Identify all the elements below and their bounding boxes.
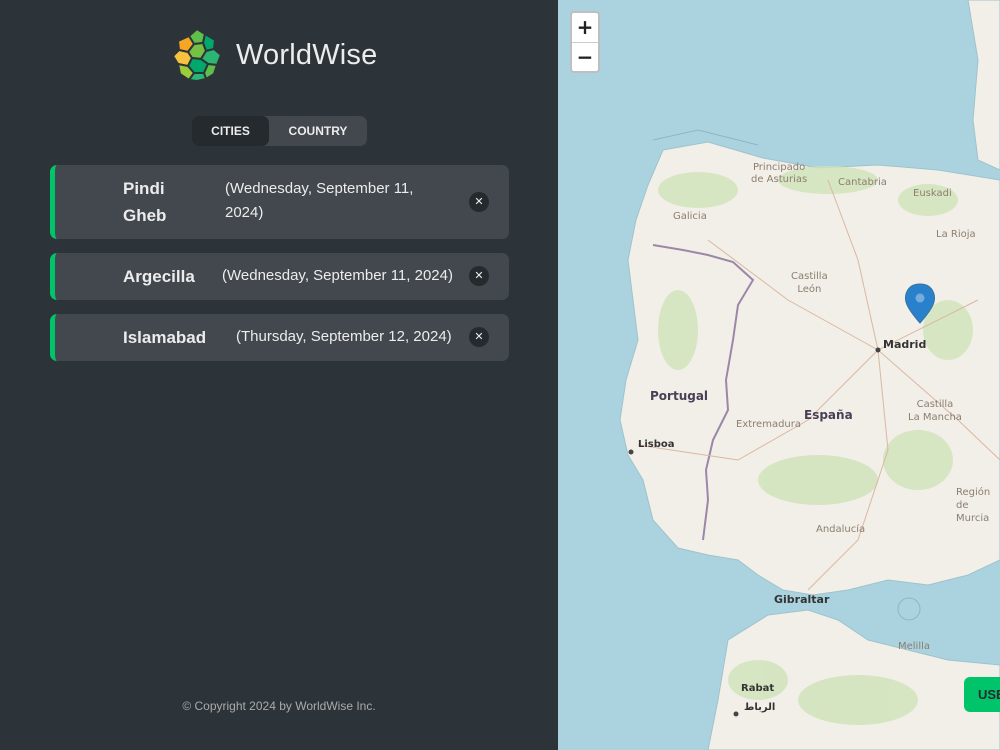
city-item[interactable]: Argecilla (Wednesday, September 11, 2024… [50,253,509,300]
zoom-control: + − [570,11,600,73]
map-label-asturias: Principado de Asturias [751,162,808,185]
copyright: © Copyright 2024 by WorldWise Inc. [182,699,376,713]
use-position-button[interactable]: USE [964,677,1000,712]
map-label-euskadi: Euskadi [913,188,952,199]
city-date: (Wednesday, September 11, 2024) [222,267,453,284]
delete-city-button[interactable]: ✕ [469,266,489,286]
city-name: Islamabad [123,328,207,347]
map-label-espana: España [804,408,853,422]
city-item[interactable]: Pindi Gheb (Wednesday, September 11, 202… [50,165,509,239]
map-label-rabat-arabic: الرباط [744,702,776,713]
map-label-cantabria: Cantabria [838,177,887,188]
map-label-la-rioja: La Rioja [936,229,976,240]
city-item[interactable]: Islamabad (Thursday, September 12, 2024)… [50,314,509,361]
zoom-in-button[interactable]: + [572,13,598,42]
map-label-madrid: Madrid [883,338,927,351]
tab-country[interactable]: Country [269,116,367,146]
tab-cities[interactable]: Cities [192,116,269,146]
city-name: Argecilla [123,267,195,286]
map-label-castilla-leon: Castilla León [791,271,828,295]
map-label-galicia: Galicia [673,211,707,222]
globe-logo-icon [171,28,223,82]
delete-city-button[interactable]: ✕ [469,192,489,212]
city-date: (Wednesday, September 11, 2024) [225,180,414,221]
map-tiles [619,0,1000,750]
map-label-extremadura: Extremadura [736,419,801,430]
map-label-andalucia: Andalucía [816,524,866,535]
sidebar: WorldWise Cities Country Pindi Gheb (Wed… [0,0,558,750]
map[interactable]: Principado de Asturias Cantabria Euskadi … [558,0,1000,750]
map-label-portugal: Portugal [650,389,709,403]
map-label-castilla-mancha: Castilla La Mancha [908,399,962,423]
city-date: (Thursday, September 12, 2024) [236,328,452,345]
map-label-gibraltar: Gibraltar [774,593,830,606]
city-name: Pindi Gheb [123,179,167,225]
tab-bar: Cities Country [192,116,367,146]
app-name: WorldWise [236,38,378,71]
delete-city-button[interactable]: ✕ [469,327,489,347]
logo[interactable]: WorldWise [170,28,377,82]
zoom-out-button[interactable]: − [572,42,598,71]
map-label-region-murcia: Región de Murcia [956,487,991,524]
map-label-rabat: Rabat [741,683,775,694]
map-label-melilla: Melilla [898,641,931,652]
map-label-lisboa: Lisboa [638,439,675,450]
